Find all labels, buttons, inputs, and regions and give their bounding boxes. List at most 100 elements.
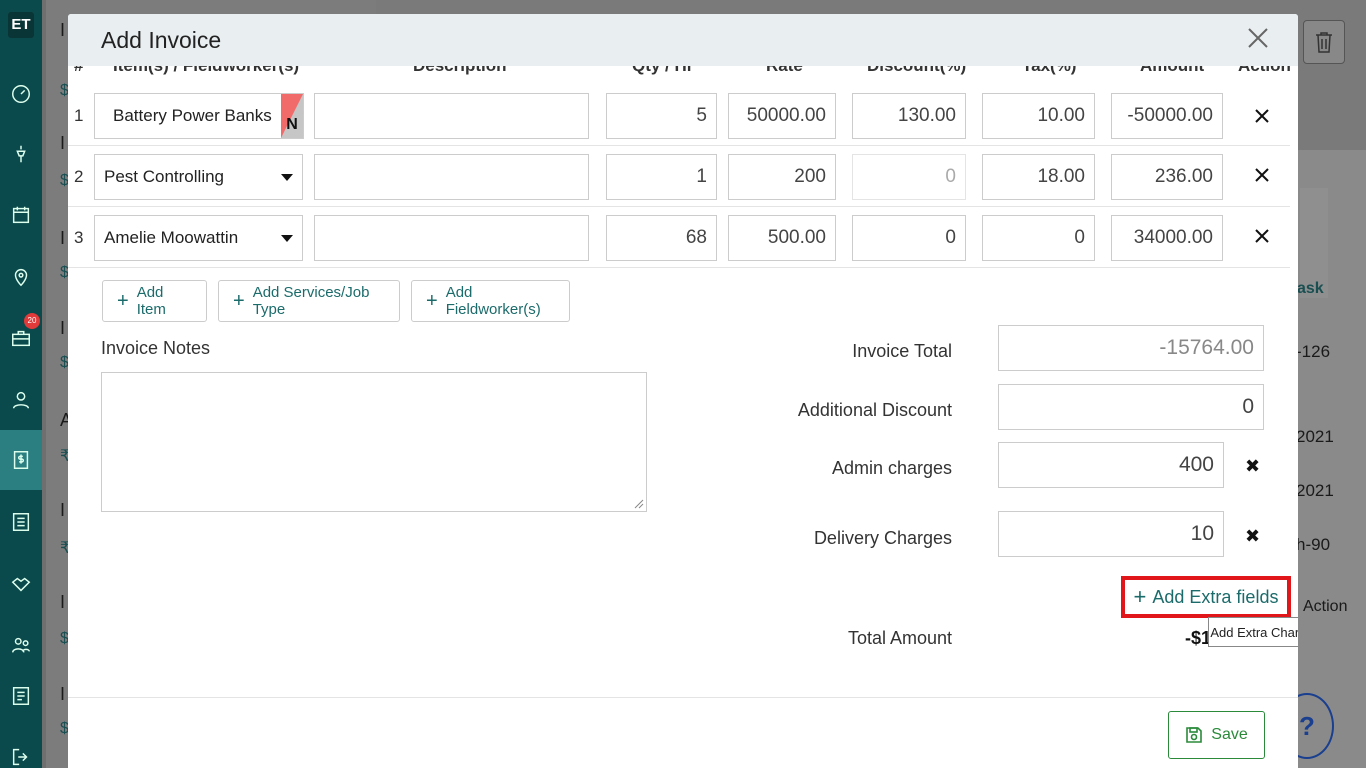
- description-field[interactable]: [314, 215, 589, 261]
- delete-row-icon[interactable]: [1254, 108, 1270, 124]
- floppy-disk-icon: [1186, 727, 1203, 743]
- rate-field[interactable]: 500.00: [728, 215, 836, 261]
- save-button[interactable]: Save: [1168, 711, 1265, 759]
- item-name: Battery Power Banks: [113, 106, 272, 125]
- modal-title: Add Invoice: [101, 27, 222, 53]
- fieldworker-select[interactable]: Amelie Moowattin: [94, 215, 303, 261]
- add-item-button[interactable]: + Add Item: [102, 280, 207, 322]
- plus-icon: +: [117, 290, 129, 312]
- add-extra-charge-tooltip: Add Extra Charge: [1208, 617, 1298, 647]
- row-number: 1: [74, 106, 84, 125]
- calendar-icon[interactable]: [9, 203, 33, 227]
- delivery-charges-field[interactable]: 10: [998, 511, 1224, 557]
- tax-field[interactable]: 0: [982, 215, 1095, 261]
- resize-handle-icon[interactable]: [634, 499, 644, 509]
- item-field[interactable]: Battery Power Banks N: [94, 93, 304, 139]
- logout-icon[interactable]: [9, 745, 33, 768]
- amount-field: -50000.00: [1111, 93, 1223, 139]
- delete-row-icon[interactable]: [1254, 228, 1270, 244]
- plus-icon: +: [1133, 584, 1147, 609]
- list-mark: I: [60, 684, 66, 704]
- item-name: Pest Controlling: [104, 167, 225, 186]
- admin-charges-field[interactable]: 400: [998, 442, 1224, 488]
- add-services-button[interactable]: + Add Services/Job Type: [218, 280, 400, 322]
- add-services-label: Add Services/Job Type: [252, 284, 370, 318]
- background-action-header: Action: [1303, 598, 1348, 615]
- delete-button[interactable]: [1303, 20, 1345, 64]
- list-mark: I: [60, 592, 66, 612]
- add-invoice-modal: Add Invoice # Item(s) / Fieldworker(s) D…: [68, 14, 1298, 768]
- discount-field[interactable]: 0: [852, 154, 966, 200]
- map-pin-icon[interactable]: [9, 265, 33, 289]
- delete-row-icon[interactable]: [1254, 167, 1270, 183]
- discount-field[interactable]: 130.00: [852, 93, 966, 139]
- rate-field[interactable]: 50000.00: [728, 93, 836, 139]
- modal-header: Add Invoice: [68, 14, 1298, 66]
- tax-field[interactable]: 18.00: [982, 154, 1095, 200]
- dropdown-caret-icon: [281, 234, 293, 242]
- footer-divider: [68, 697, 1298, 698]
- tax-field[interactable]: 10.00: [982, 93, 1095, 139]
- list-mark: I: [60, 228, 66, 248]
- background-text: h-90: [1296, 535, 1331, 554]
- table-row: 3 Amelie Moowattin 68 500.00 0 0 34000.0…: [68, 208, 1290, 268]
- additional-discount-field[interactable]: 0: [998, 384, 1264, 430]
- list-icon[interactable]: [9, 510, 33, 534]
- add-fieldworker-button[interactable]: + Add Fieldworker(s): [411, 280, 570, 322]
- pin-tool-icon[interactable]: [9, 142, 33, 166]
- qty-field[interactable]: 68: [606, 215, 717, 261]
- team-icon[interactable]: [9, 633, 33, 657]
- background-logo-text: ask: [1297, 280, 1324, 297]
- list-mark: I: [60, 318, 66, 338]
- invoice-total-field: -15764.00: [998, 325, 1264, 371]
- notification-badge: 20: [24, 313, 40, 329]
- dropdown-caret-icon: [281, 173, 293, 181]
- discount-field[interactable]: 0: [852, 215, 966, 261]
- invoice-dollar-icon[interactable]: [0, 430, 42, 490]
- plus-icon: +: [426, 290, 438, 312]
- app-logo[interactable]: ET: [8, 12, 34, 38]
- item-name: Amelie Moowattin: [104, 228, 239, 247]
- add-fieldworker-label: Add Fieldworker(s): [445, 284, 541, 318]
- trash-icon: [1316, 32, 1332, 53]
- briefcase-icon[interactable]: [9, 326, 33, 350]
- additional-discount-label: Additional Discount: [797, 400, 952, 420]
- row-number: 3: [74, 228, 84, 247]
- close-icon[interactable]: [1246, 26, 1270, 50]
- row-number: 2: [74, 167, 84, 186]
- dashboard-icon[interactable]: [9, 82, 33, 106]
- new-item-badge: N: [281, 94, 303, 138]
- list-mark: I: [60, 20, 66, 40]
- qty-field[interactable]: 5: [606, 93, 717, 139]
- description-field[interactable]: [314, 154, 589, 200]
- invoice-total-label: Invoice Total: [852, 341, 952, 361]
- invoice-notes-textarea[interactable]: [101, 372, 647, 512]
- table-row: 1 Battery Power Banks N 5 50000.00 130.0…: [68, 86, 1290, 146]
- background-text: 2021: [1296, 427, 1334, 446]
- qty-field[interactable]: 1: [606, 154, 717, 200]
- amount-field: 236.00: [1111, 154, 1223, 200]
- settings-list-icon[interactable]: [9, 684, 33, 708]
- remove-admin-charge-icon[interactable]: ✖: [1245, 456, 1260, 477]
- user-icon[interactable]: [9, 388, 33, 412]
- list-mark: I: [60, 133, 66, 153]
- background-text: -126: [1296, 342, 1331, 361]
- add-extra-fields-button[interactable]: + Add Extra fields: [1121, 576, 1291, 618]
- rate-field[interactable]: 200: [728, 154, 836, 200]
- admin-charges-label: Admin charges: [831, 458, 952, 478]
- amount-field: 34000.00: [1111, 215, 1223, 261]
- background-text: 2021: [1296, 481, 1334, 500]
- save-label: Save: [1211, 726, 1248, 743]
- delivery-charges-label: Delivery Charges: [813, 528, 952, 548]
- handshake-icon[interactable]: [9, 572, 33, 596]
- table-row: 2 Pest Controlling 1 200 0 18.00 236.00: [68, 147, 1290, 207]
- remove-delivery-charge-icon[interactable]: ✖: [1245, 526, 1260, 547]
- sidebar: ET 20: [0, 0, 42, 768]
- add-item-label: Add Item: [136, 284, 166, 318]
- description-field[interactable]: [314, 93, 589, 139]
- item-select[interactable]: Pest Controlling: [94, 154, 303, 200]
- plus-icon: +: [233, 290, 245, 312]
- add-extra-fields-label: Add Extra fields: [1152, 586, 1279, 607]
- invoice-notes-label: Invoice Notes: [101, 338, 211, 358]
- list-mark: I: [60, 500, 66, 520]
